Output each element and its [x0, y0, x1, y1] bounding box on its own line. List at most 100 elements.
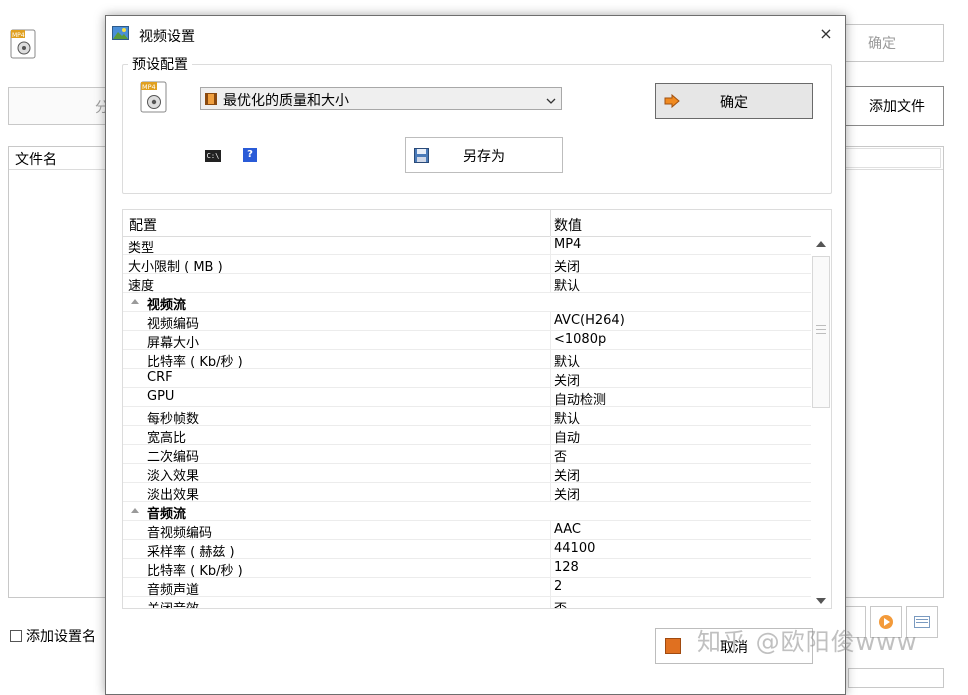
column-divider: [550, 578, 551, 597]
app-logo-icon: MP4: [10, 28, 38, 60]
property-key: 屏幕大小: [147, 336, 200, 351]
save-as-label: 另存为: [463, 149, 505, 165]
ok-button[interactable]: 确定: [655, 83, 813, 119]
video-settings-dialog: 视频设置 × 预设配置 MP4 最优化的质量和大小 确定 C:\ ? 另存为 配…: [105, 15, 846, 695]
property-row[interactable]: 比特率 ( Kb/秒 ) 默认: [123, 350, 813, 370]
help-icon[interactable]: ?: [243, 148, 257, 162]
chevron-down-icon[interactable]: [546, 94, 556, 104]
property-value[interactable]: 关闭: [554, 256, 580, 275]
property-row[interactable]: 宽高比 自动: [123, 426, 813, 446]
property-value[interactable]: 默认: [554, 275, 580, 294]
property-row[interactable]: 淡入效果 关闭: [123, 464, 813, 484]
category-row[interactable]: 视频流: [123, 293, 813, 313]
property-row[interactable]: 采样率 ( 赫兹 ) 44100: [123, 540, 813, 560]
scroll-up-icon[interactable]: [816, 241, 826, 247]
watermark-text: 知乎 @欧阳俊www: [697, 628, 918, 656]
property-value[interactable]: AVC(H264): [554, 313, 625, 328]
property-row[interactable]: 音频声道 2: [123, 578, 813, 598]
save-as-button[interactable]: 另存为: [405, 137, 563, 173]
property-value[interactable]: 默认: [554, 408, 580, 427]
property-row[interactable]: 二次编码 否: [123, 445, 813, 465]
property-row[interactable]: CRF 关闭: [123, 369, 813, 389]
column-divider: [550, 388, 551, 407]
svg-text:MP4: MP4: [142, 83, 156, 91]
property-key: 视频流: [147, 298, 187, 313]
column-divider: [550, 483, 551, 502]
ok-button-label: 确定: [720, 95, 748, 111]
checkbox-box[interactable]: [10, 630, 22, 642]
property-key: 音频声道: [147, 583, 200, 598]
property-value[interactable]: 关闭: [554, 465, 580, 484]
property-value[interactable]: 自动: [554, 427, 580, 446]
background-toolbar-button[interactable]: 分: [8, 87, 109, 125]
property-grid: 配置 数值 类型 MP4 大小限制 ( MB ) 关闭 速度 默认 视频流 视频编码 AVC(H…: [122, 209, 832, 609]
property-value[interactable]: MP4: [554, 237, 581, 252]
property-row[interactable]: 每秒帧数 默认: [123, 407, 813, 427]
property-row[interactable]: 屏幕大小 <1080p: [123, 331, 813, 351]
scroll-down-icon[interactable]: [816, 598, 826, 604]
command-line-icon[interactable]: C:\: [205, 150, 221, 162]
dialog-titlebar[interactable]: 视频设置 ×: [106, 16, 845, 52]
property-key: 比特率 ( Kb/秒 ): [147, 564, 243, 579]
scroll-thumb[interactable]: [812, 256, 830, 408]
add-settings-label: 添加设置名: [26, 629, 96, 645]
svg-text:MP4: MP4: [12, 32, 25, 39]
property-row[interactable]: 类型 MP4: [123, 236, 813, 256]
property-row[interactable]: 大小限制 ( MB ) 关闭: [123, 255, 813, 275]
add-files-button[interactable]: 添加文件: [830, 86, 944, 126]
column-divider: [550, 255, 551, 274]
vertical-scrollbar[interactable]: [811, 236, 831, 608]
property-value[interactable]: 否: [554, 598, 567, 608]
property-value[interactable]: 128: [554, 560, 579, 575]
property-key: 音视频编码: [147, 526, 213, 541]
property-key: GPU: [147, 389, 175, 404]
property-key: 每秒帧数: [147, 412, 200, 427]
config-column-header: 配置: [129, 218, 157, 234]
property-value[interactable]: 关闭: [554, 484, 580, 503]
property-grid-header: 配置 数值: [123, 210, 831, 237]
property-key: 关闭音效: [147, 598, 199, 608]
category-row[interactable]: 音频流: [123, 502, 813, 522]
column-divider: [550, 350, 551, 369]
property-value[interactable]: 默认: [554, 351, 580, 370]
property-row[interactable]: 关闭音效 否: [123, 597, 813, 608]
column-divider: [550, 312, 551, 331]
property-row[interactable]: GPU 自动检测: [123, 388, 813, 408]
property-key: 速度: [128, 279, 155, 294]
property-row[interactable]: 比特率 ( Kb/秒 ) 128: [123, 559, 813, 579]
column-divider: [550, 274, 551, 293]
collapse-triangle-icon[interactable]: [131, 508, 139, 513]
file-name-column-header: 文件名: [15, 152, 57, 168]
property-row[interactable]: 速度 默认: [123, 274, 813, 294]
column-divider: [550, 331, 551, 350]
property-value[interactable]: 否: [554, 446, 567, 465]
property-rows: 类型 MP4 大小限制 ( MB ) 关闭 速度 默认 视频流 视频编码 AVC(H264) 屏幕…: [123, 236, 813, 608]
property-key: 类型: [128, 241, 155, 256]
column-divider: [550, 464, 551, 483]
property-row[interactable]: 淡出效果 关闭: [123, 483, 813, 503]
property-value[interactable]: 关闭: [554, 370, 580, 389]
collapse-triangle-icon[interactable]: [131, 299, 139, 304]
column-divider: [550, 445, 551, 464]
property-value[interactable]: 自动检测: [554, 389, 606, 408]
column-divider: [550, 559, 551, 578]
value-column-header: 数值: [554, 218, 582, 234]
property-key: CRF: [147, 370, 173, 385]
add-settings-checkbox[interactable]: 添加设置名: [10, 626, 96, 646]
property-key: 大小限制 ( MB ): [128, 260, 223, 275]
column-divider: [550, 540, 551, 559]
property-value[interactable]: AAC: [554, 522, 581, 537]
close-icon[interactable]: ×: [818, 24, 834, 43]
property-key: 视频编码: [147, 317, 200, 332]
property-row[interactable]: 视频编码 AVC(H264): [123, 312, 813, 332]
property-value[interactable]: 44100: [554, 541, 595, 556]
property-value[interactable]: <1080p: [554, 332, 606, 347]
header-divider: [550, 210, 551, 236]
property-value[interactable]: 2: [554, 579, 562, 594]
column-divider: [550, 426, 551, 445]
dialog-title: 视频设置: [139, 29, 195, 45]
property-row[interactable]: 音视频编码 AAC: [123, 521, 813, 541]
property-key: 淡入效果: [147, 469, 200, 484]
preset-select[interactable]: 最优化的质量和大小: [200, 87, 562, 110]
background-bottom-right-field[interactable]: [848, 668, 944, 688]
